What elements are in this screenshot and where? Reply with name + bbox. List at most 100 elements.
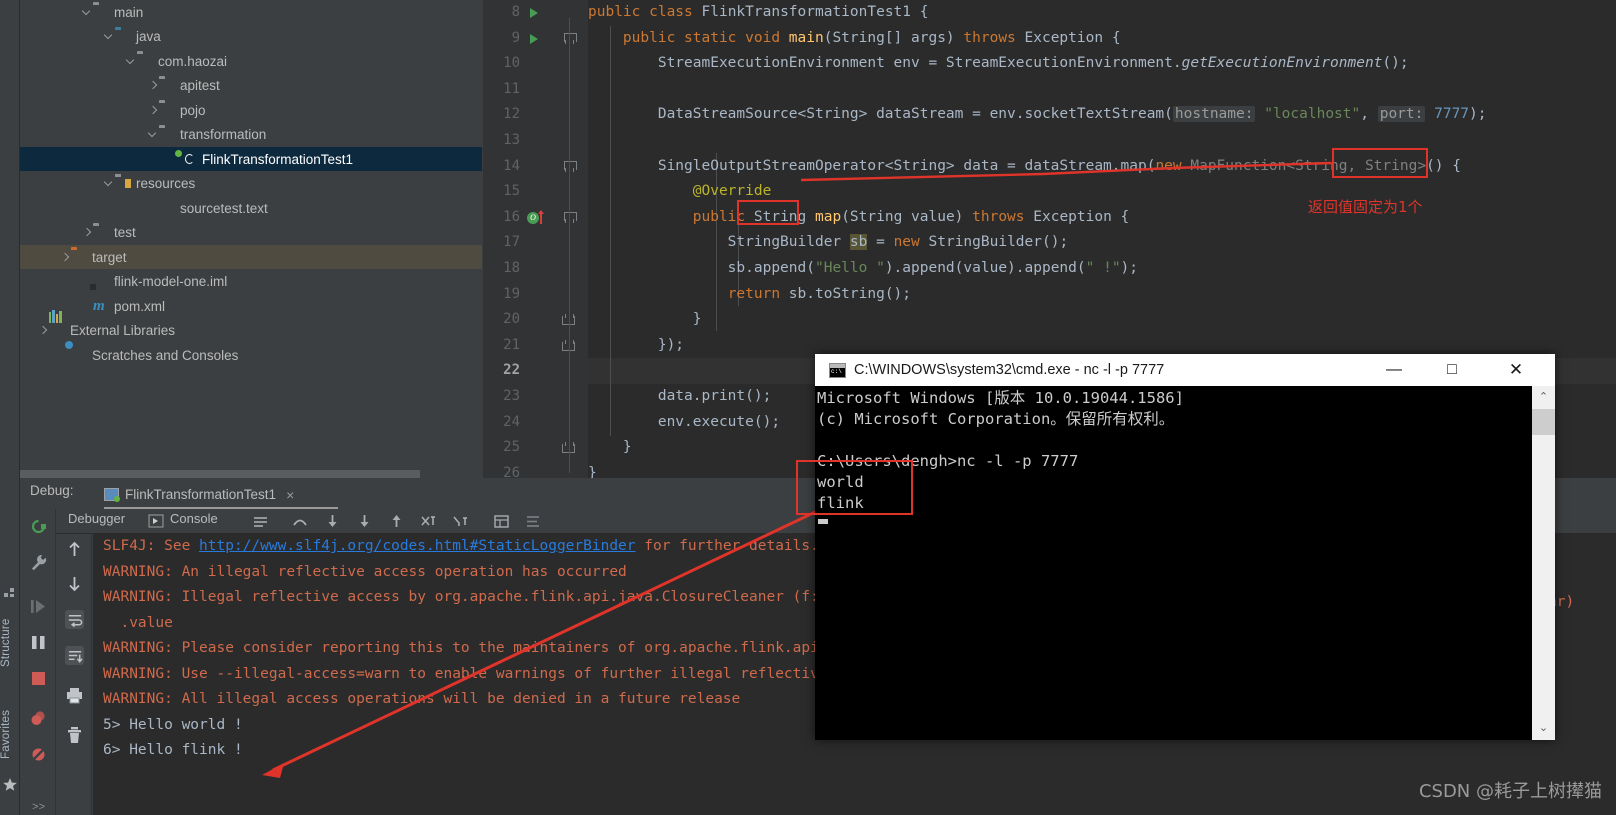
tree-item-scratches-and-consoles[interactable]: Scratches and Consoles bbox=[20, 343, 482, 367]
step-into-icon[interactable] bbox=[324, 513, 341, 530]
cmd-scrollbar[interactable]: ⌃ ⌄ bbox=[1532, 386, 1555, 740]
param-hint-hostname: hostname: bbox=[1172, 106, 1256, 123]
line-number: 23 bbox=[503, 388, 520, 404]
highlight-box-string-return bbox=[737, 200, 799, 225]
tree-toggle-arrow[interactable] bbox=[146, 79, 159, 92]
view-breakpoints-icon[interactable] bbox=[29, 709, 48, 728]
line-number: 10 bbox=[503, 55, 520, 72]
tree-toggle-arrow[interactable] bbox=[102, 30, 115, 43]
highlight-box-input-lines bbox=[796, 460, 913, 515]
tree-toggle-arrow[interactable] bbox=[58, 349, 71, 362]
tree-item-label: apitest bbox=[180, 78, 220, 93]
minimize-button[interactable]: — bbox=[1371, 354, 1417, 386]
tree-toggle-arrow[interactable] bbox=[80, 6, 93, 19]
drop-frame-icon[interactable] bbox=[420, 513, 437, 530]
cmd-window[interactable]: C:\WINDOWS\system32\cmd.exe - nc -l -p 7… bbox=[796, 354, 1555, 740]
tree-toggle-arrow[interactable] bbox=[146, 104, 159, 117]
tree-item-label: pom.xml bbox=[114, 298, 166, 314]
console-line: WARNING: Please consider reporting this … bbox=[103, 640, 819, 656]
slf4j-link[interactable]: http://www.slf4j.org/codes.html#StaticLo… bbox=[199, 538, 636, 554]
step-out-icon[interactable] bbox=[388, 513, 405, 530]
tree-item-pom-xml[interactable]: m pom.xml bbox=[20, 294, 482, 318]
tree-toggle-arrow[interactable] bbox=[146, 128, 159, 141]
ide-window: Structure Favorites main java com.haozai ap… bbox=[0, 0, 1616, 815]
rerun-icon[interactable] bbox=[29, 517, 48, 536]
editor-gutter[interactable]: 8 9 10 11 12 13 14 15 16 O 17 18 19 20 21 22 23 24 25 26 bbox=[483, 0, 588, 478]
wrench-icon[interactable] bbox=[29, 553, 48, 572]
folder-resources-icon bbox=[115, 176, 131, 192]
mute-breakpoints-icon[interactable] bbox=[29, 745, 48, 764]
tree-item-com-haozai[interactable]: com.haozai bbox=[20, 49, 482, 73]
maximize-button[interactable]: □ bbox=[1429, 354, 1475, 386]
scrollbar-thumb[interactable] bbox=[1532, 409, 1555, 435]
run-to-cursor-icon[interactable] bbox=[452, 513, 469, 530]
package-icon bbox=[159, 102, 175, 118]
tree-item-sourcetest-text[interactable]: sourcetest.text bbox=[20, 196, 482, 220]
tab-console[interactable]: Console bbox=[170, 511, 218, 526]
stop-icon[interactable] bbox=[29, 669, 48, 688]
close-icon[interactable]: × bbox=[286, 487, 294, 503]
tree-item-transformation[interactable]: transformation bbox=[20, 123, 482, 147]
console-line: WARNING: Illegal reflective access by or… bbox=[103, 589, 819, 605]
cmd-titlebar[interactable]: C:\WINDOWS\system32\cmd.exe - nc -l -p 7… bbox=[815, 354, 1555, 386]
override-method-icon[interactable]: O bbox=[527, 209, 544, 224]
debug-side-actions[interactable]: >> bbox=[20, 509, 56, 815]
maximize-icon: □ bbox=[1447, 361, 1457, 378]
force-step-into-icon[interactable] bbox=[356, 513, 373, 530]
tree-item-resources[interactable]: resources bbox=[20, 172, 482, 196]
svg-text:>>: >> bbox=[32, 802, 45, 812]
line-number: 25 bbox=[503, 439, 520, 456]
scrollbar-down-arrow[interactable]: ⌄ bbox=[1532, 717, 1555, 740]
tree-item-target[interactable]: target bbox=[20, 245, 482, 269]
tree-toggle-arrow[interactable] bbox=[124, 55, 137, 68]
cmd-console-body[interactable]: Microsoft Windows [版本 10.0.19044.1586] (c… bbox=[815, 386, 1555, 740]
list-lines-icon[interactable] bbox=[252, 513, 269, 530]
folder-gray-icon bbox=[93, 225, 109, 241]
tree-toggle-arrow[interactable] bbox=[80, 300, 93, 313]
scroll-down-icon[interactable] bbox=[65, 574, 84, 593]
debug-label: Debug: bbox=[30, 483, 74, 498]
close-icon: ✕ bbox=[1508, 360, 1524, 379]
close-button[interactable]: ✕ bbox=[1493, 354, 1539, 386]
soft-wrap-icon[interactable] bbox=[65, 610, 84, 629]
evaluate-expression-icon[interactable] bbox=[493, 513, 510, 530]
run-gutter-icon[interactable] bbox=[530, 8, 538, 18]
tree-item-label: com.haozai bbox=[158, 53, 228, 69]
class-icon bbox=[181, 151, 197, 167]
console-side-actions[interactable] bbox=[56, 534, 92, 815]
run-config-icon bbox=[104, 488, 120, 502]
step-over-icon[interactable] bbox=[292, 513, 309, 530]
sidebar-tab-favorites[interactable]: Favorites bbox=[0, 694, 20, 774]
line-number: 16 bbox=[503, 208, 520, 225]
cmd-line: Microsoft Windows [版本 10.0.19044.1586] bbox=[817, 389, 1184, 407]
scroll-up-icon[interactable] bbox=[65, 540, 84, 559]
console-line: SLF4J: See http://www.slf4j.org/codes.ht… bbox=[103, 538, 819, 554]
tree-toggle-arrow[interactable] bbox=[58, 251, 71, 264]
sidebar-tab-structure[interactable]: Structure bbox=[0, 600, 20, 686]
pause-icon[interactable] bbox=[29, 633, 48, 652]
tree-item-test[interactable]: test bbox=[20, 221, 482, 245]
debug-session-tab[interactable]: FlinkTransformationTest1 × bbox=[104, 481, 294, 508]
expand-more-icon[interactable]: >> bbox=[32, 799, 46, 814]
trash-icon[interactable] bbox=[65, 726, 84, 745]
settings-layout-icon[interactable] bbox=[525, 513, 542, 530]
tab-debugger[interactable]: Debugger bbox=[68, 511, 125, 526]
tree-toggle-arrow[interactable] bbox=[80, 226, 93, 239]
tree-item-label: sourcetest.text bbox=[180, 200, 268, 216]
run-gutter-icon[interactable] bbox=[530, 33, 538, 44]
tree-item-label: resources bbox=[136, 176, 196, 191]
cmd-cursor bbox=[818, 519, 828, 524]
tree-item-main[interactable]: main bbox=[20, 0, 482, 24]
tree-item-flinktransformationtest1[interactable]: FlinkTransformationTest1 bbox=[20, 147, 482, 171]
scrollbar-up-arrow[interactable]: ⌃ bbox=[1532, 386, 1555, 409]
scroll-to-end-icon[interactable] bbox=[65, 646, 84, 665]
tree-item-external-libraries[interactable]: External Libraries bbox=[20, 309, 482, 343]
tree-item-pojo[interactable]: pojo bbox=[20, 98, 482, 122]
tree-item-apitest[interactable]: apitest bbox=[20, 74, 482, 98]
tree-toggle-arrow[interactable] bbox=[102, 177, 115, 190]
tree-toggle-arrow[interactable] bbox=[36, 324, 49, 337]
tree-item-java[interactable]: java bbox=[20, 25, 482, 49]
tree-item-flink-model-one-iml[interactable]: flink-model-one.iml bbox=[20, 270, 482, 294]
print-icon[interactable] bbox=[65, 686, 84, 705]
resume-program-icon[interactable] bbox=[29, 597, 48, 616]
